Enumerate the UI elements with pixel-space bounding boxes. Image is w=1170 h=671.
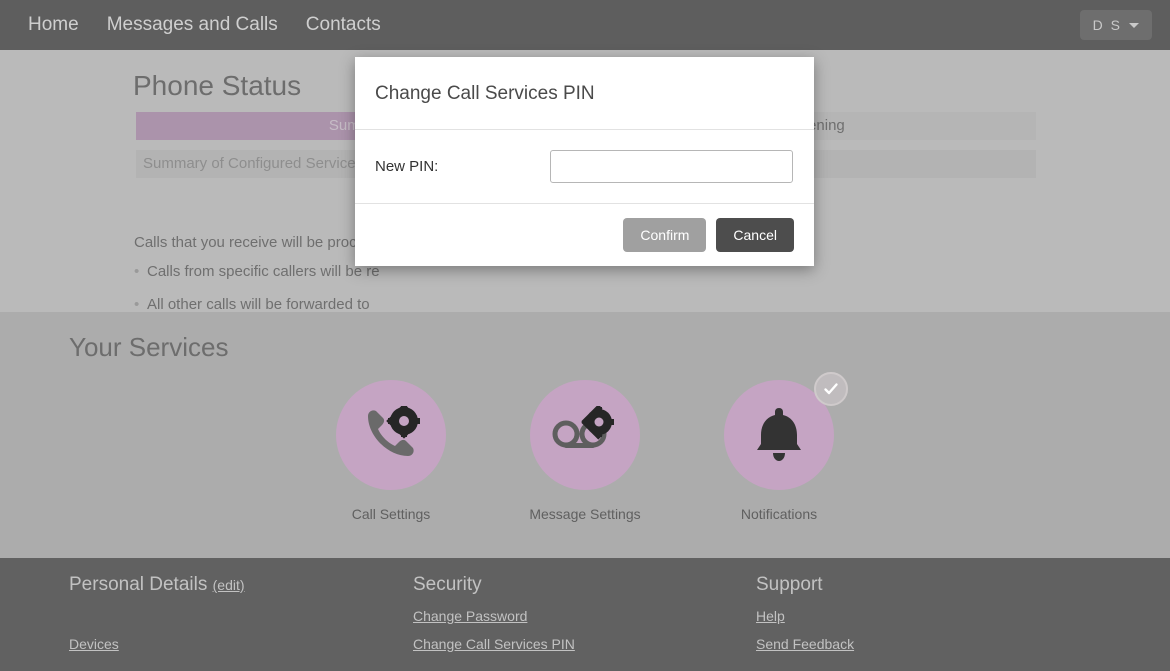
bullet-text: All other calls will be forwarded to — [147, 296, 370, 313]
service-label: Message Settings — [529, 506, 641, 522]
footer-heading-support: Support — [756, 574, 823, 595]
dialog-title: Change Call Services PIN — [375, 83, 595, 104]
chevron-down-icon — [1129, 22, 1139, 28]
list-item: • All other calls will be forwarded to — [134, 296, 380, 313]
footer-link-change-password[interactable]: Change Password — [413, 608, 575, 624]
list-item: • Calls from specific callers will be re — [134, 263, 380, 280]
new-pin-label: New PIN: — [375, 158, 439, 175]
bullet-dot-icon: • — [134, 296, 140, 313]
footer-heading-personal-details: Personal Details (edit) — [69, 574, 245, 596]
phone-status-intro-text: Calls that you receive will be process — [134, 234, 380, 251]
footer-link-change-call-services-pin[interactable]: Change Call Services PIN — [413, 636, 575, 652]
your-services-title: Your Services — [69, 332, 229, 362]
nav-item-messages-and-calls[interactable]: Messages and Calls — [93, 0, 292, 50]
footer-link-send-feedback[interactable]: Send Feedback — [756, 636, 854, 652]
app-page: Home Messages and Calls Contacts D S Pho… — [0, 0, 1170, 671]
nav-links: Home Messages and Calls Contacts — [0, 0, 395, 50]
bullet-dot-icon: • — [134, 263, 140, 280]
your-services-section: Your Services Call Settings Message Sett… — [0, 312, 1170, 558]
service-icon-circle — [336, 380, 446, 490]
service-label: Call Settings — [351, 506, 431, 522]
confirm-button[interactable]: Confirm — [623, 218, 707, 252]
service-grid: Call Settings Message Settings Notificat… — [0, 372, 1170, 524]
top-navigation-bar: Home Messages and Calls Contacts D S — [0, 0, 1170, 50]
footer-column-security: Security Change Password Change Call Ser… — [413, 574, 575, 652]
service-call-settings[interactable]: Call Settings — [318, 380, 464, 524]
service-notifications[interactable]: Notifications — [706, 372, 852, 524]
voicemail-gear-icon — [552, 406, 614, 448]
phone-gear-icon — [368, 406, 420, 456]
bullet-text: Calls from specific callers will be re — [147, 263, 380, 280]
dialog-footer: Confirm Cancel — [355, 204, 814, 266]
service-icon-circle — [724, 372, 848, 490]
footer-heading-text: Personal Details — [69, 574, 208, 595]
user-initials: D S — [1092, 17, 1122, 33]
new-pin-input[interactable] — [550, 150, 793, 183]
footer-column-personal-details: Personal Details (edit) Devices — [69, 574, 245, 652]
check-icon — [824, 383, 838, 395]
service-icon-circle — [530, 380, 640, 490]
service-enabled-badge — [814, 372, 848, 406]
cancel-button[interactable]: Cancel — [716, 218, 794, 252]
change-pin-dialog: Change Call Services PIN New PIN: Confir… — [355, 57, 814, 266]
nav-item-contacts[interactable]: Contacts — [292, 0, 395, 50]
service-message-settings[interactable]: Message Settings — [512, 380, 658, 524]
footer-heading-security: Security — [413, 574, 482, 595]
footer-column-support: Support Help Send Feedback — [756, 574, 854, 652]
footer-link-help[interactable]: Help — [756, 608, 854, 624]
page-footer: Personal Details (edit) Devices Security… — [0, 558, 1170, 671]
bell-icon — [757, 408, 801, 461]
page-title: Phone Status — [133, 70, 302, 101]
footer-link-devices[interactable]: Devices — [69, 636, 245, 652]
service-label: Notifications — [740, 506, 818, 522]
dialog-body: New PIN: — [355, 130, 814, 204]
edit-personal-details-link[interactable]: (edit) — [213, 577, 245, 593]
dialog-header: Change Call Services PIN — [355, 57, 814, 130]
user-menu-button[interactable]: D S — [1079, 10, 1152, 40]
nav-item-home[interactable]: Home — [14, 0, 93, 50]
